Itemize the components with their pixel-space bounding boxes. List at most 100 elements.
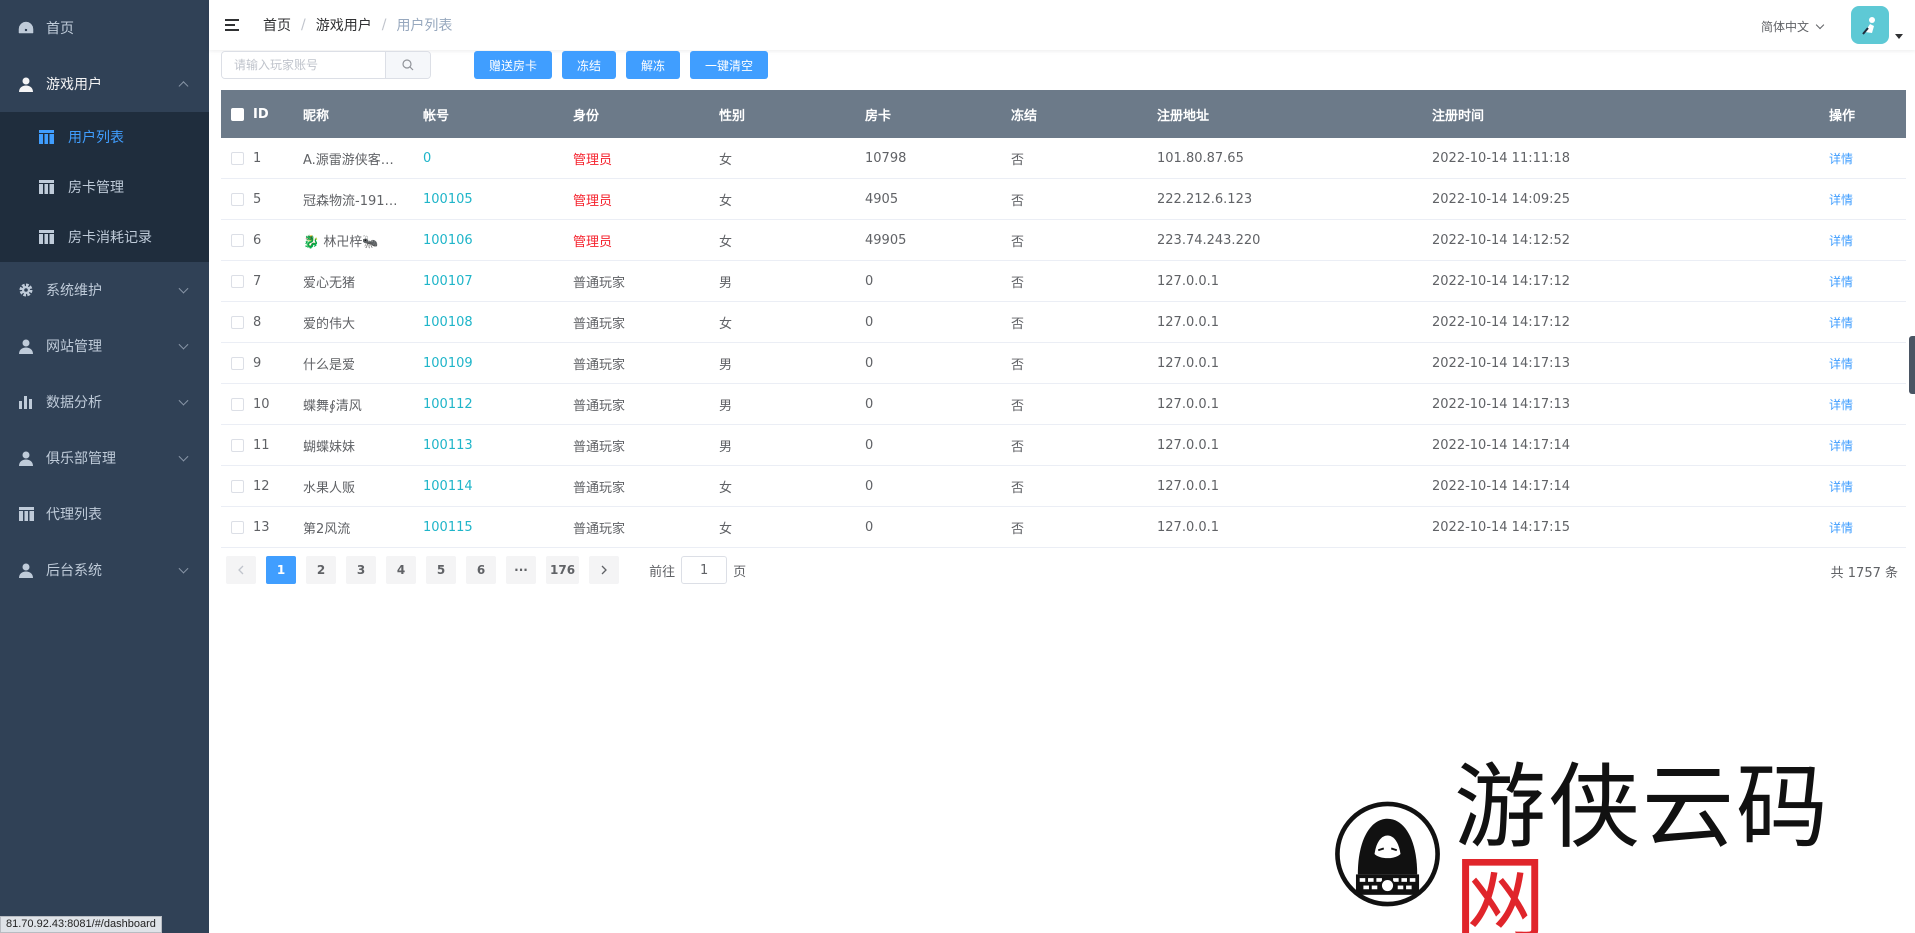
cell-id: 13	[253, 519, 270, 535]
cell-ip: 127.0.0.1	[1157, 396, 1220, 412]
cell-gender: 男	[719, 439, 733, 455]
cell-gender: 男	[719, 357, 733, 373]
chevron-right-icon	[601, 565, 607, 575]
table-row: 11 蝴蝶妹妹 100113 普通玩家 男 0 否 127.0.0.1 2022-10-14 1…	[221, 425, 1906, 466]
cell-ip: 127.0.0.1	[1157, 437, 1220, 453]
cell-id: 6	[253, 232, 262, 248]
prev-page-button[interactable]	[226, 556, 256, 584]
cell-account: 0	[423, 150, 432, 166]
sidebar-item-label: 游戏用户	[46, 77, 102, 93]
header-gender: 性别	[719, 108, 746, 124]
page-ellipsis[interactable]: ···	[506, 556, 536, 584]
cell-account: 100107	[423, 273, 473, 289]
sidebar-item-backend[interactable]: 后台系统	[0, 542, 209, 598]
goto-page-input[interactable]	[681, 556, 728, 584]
detail-link[interactable]: 详情	[1829, 152, 1853, 166]
detail-link[interactable]: 详情	[1829, 398, 1853, 412]
row-checkbox[interactable]	[231, 479, 244, 493]
page-number[interactable]: 4	[386, 556, 416, 584]
header-role: 身份	[573, 108, 600, 124]
freeze-button[interactable]: 冻结	[562, 51, 617, 79]
row-checkbox[interactable]	[231, 233, 244, 247]
header-ip: 注册地址	[1157, 108, 1210, 124]
detail-link[interactable]: 详情	[1829, 234, 1853, 248]
sidebar-item-card-management[interactable]: 房卡管理	[0, 162, 209, 212]
watermark-text-red: 网	[1453, 846, 1548, 933]
table-icon	[38, 179, 54, 195]
avatar[interactable]	[1851, 6, 1889, 44]
page-number[interactable]: 3	[346, 556, 376, 584]
next-page-button[interactable]	[589, 556, 620, 584]
table-row: 6 🐉 林卍梓🐜 100106 管理员 女 49905 否 223.74.243.220 202…	[221, 220, 1906, 261]
row-checkbox-cell	[221, 274, 253, 289]
page-number[interactable]: 2	[306, 556, 336, 584]
clear-all-button[interactable]: 一键清空	[690, 51, 769, 79]
detail-link[interactable]: 详情	[1829, 480, 1853, 494]
menu-fold-icon[interactable]	[225, 15, 245, 35]
sidebar-item-agents[interactable]: 代理列表	[0, 486, 209, 542]
detail-link[interactable]: 详情	[1829, 193, 1853, 207]
cell-frozen: 否	[1011, 480, 1025, 496]
cell-account: 100108	[423, 314, 473, 330]
chevron-up-icon	[178, 81, 189, 92]
search-input[interactable]	[222, 52, 385, 78]
breadcrumb-game-users[interactable]: 游戏用户	[316, 15, 372, 35]
search-button[interactable]	[385, 52, 430, 78]
sidebar-item-user-list[interactable]: 用户列表	[0, 112, 209, 162]
cell-time: 2022-10-14 14:09:25	[1432, 191, 1571, 207]
select-all-checkbox[interactable]	[231, 107, 244, 121]
cell-cards: 0	[865, 519, 874, 535]
search-box	[221, 51, 431, 79]
sidebar-item-card-consumption[interactable]: 房卡消耗记录	[0, 212, 209, 262]
sidebar-item-club[interactable]: 俱乐部管理	[0, 430, 209, 486]
table-row: 10 蝶舞∮清风 100112 普通玩家 男 0 否 127.0.0.1 2022-10-14 …	[221, 384, 1906, 425]
row-checkbox[interactable]	[231, 192, 244, 206]
header-cards: 房卡	[865, 108, 892, 124]
detail-link[interactable]: 详情	[1829, 316, 1853, 330]
detail-link[interactable]: 详情	[1829, 357, 1853, 371]
cell-role: 普通玩家	[573, 521, 626, 537]
cell-time: 2022-10-14 14:17:15	[1432, 519, 1571, 535]
row-checkbox[interactable]	[231, 315, 244, 329]
side-scroll-handle[interactable]	[1909, 336, 1915, 394]
cell-gender: 男	[719, 275, 733, 291]
cell-cards: 0	[865, 437, 874, 453]
caret-down-icon[interactable]	[1895, 34, 1903, 39]
detail-link[interactable]: 详情	[1829, 439, 1853, 453]
cell-cards: 0	[865, 355, 874, 371]
sidebar-item-game-users[interactable]: 游戏用户	[0, 56, 209, 112]
row-checkbox[interactable]	[231, 520, 244, 534]
page-number[interactable]: 1	[266, 556, 296, 584]
row-checkbox[interactable]	[231, 438, 244, 452]
cell-gender: 女	[719, 193, 733, 209]
row-checkbox[interactable]	[231, 397, 244, 411]
cell-account: 100109	[423, 355, 473, 371]
breadcrumb-home[interactable]: 首页	[263, 15, 291, 35]
row-checkbox[interactable]	[231, 151, 244, 165]
cell-action: 详情	[1829, 478, 1899, 495]
user-icon	[18, 450, 34, 466]
row-checkbox[interactable]	[231, 356, 244, 370]
language-selector[interactable]: 简体中文	[1761, 18, 1825, 35]
sidebar: 首页 游戏用户 用户列表 房卡管理 房卡消耗记录 系统维护 网站管理 数据分析 …	[0, 0, 209, 933]
page-number[interactable]: 5	[426, 556, 456, 584]
cell-cards: 0	[865, 478, 874, 494]
detail-link[interactable]: 详情	[1829, 521, 1853, 535]
sidebar-item-system[interactable]: 系统维护	[0, 262, 209, 318]
detail-link[interactable]: 详情	[1829, 275, 1853, 289]
sidebar-item-label: 房卡管理	[68, 180, 124, 196]
sidebar-item-analytics[interactable]: 数据分析	[0, 374, 209, 430]
row-checkbox[interactable]	[231, 274, 244, 288]
cell-frozen: 否	[1011, 275, 1025, 291]
row-checkbox-cell	[221, 520, 253, 535]
unfreeze-button[interactable]: 解冻	[626, 51, 681, 79]
row-checkbox-cell	[221, 397, 253, 412]
page-number[interactable]: 6	[466, 556, 496, 584]
goto-suffix: 页	[733, 564, 747, 580]
sidebar-item-website[interactable]: 网站管理	[0, 318, 209, 374]
cell-nickname: 第2风流	[303, 521, 351, 537]
gift-cards-button[interactable]: 赠送房卡	[474, 51, 553, 79]
page-number[interactable]: 176	[546, 556, 580, 584]
sidebar-item-home[interactable]: 首页	[0, 0, 209, 56]
dashboard-icon	[18, 20, 34, 36]
